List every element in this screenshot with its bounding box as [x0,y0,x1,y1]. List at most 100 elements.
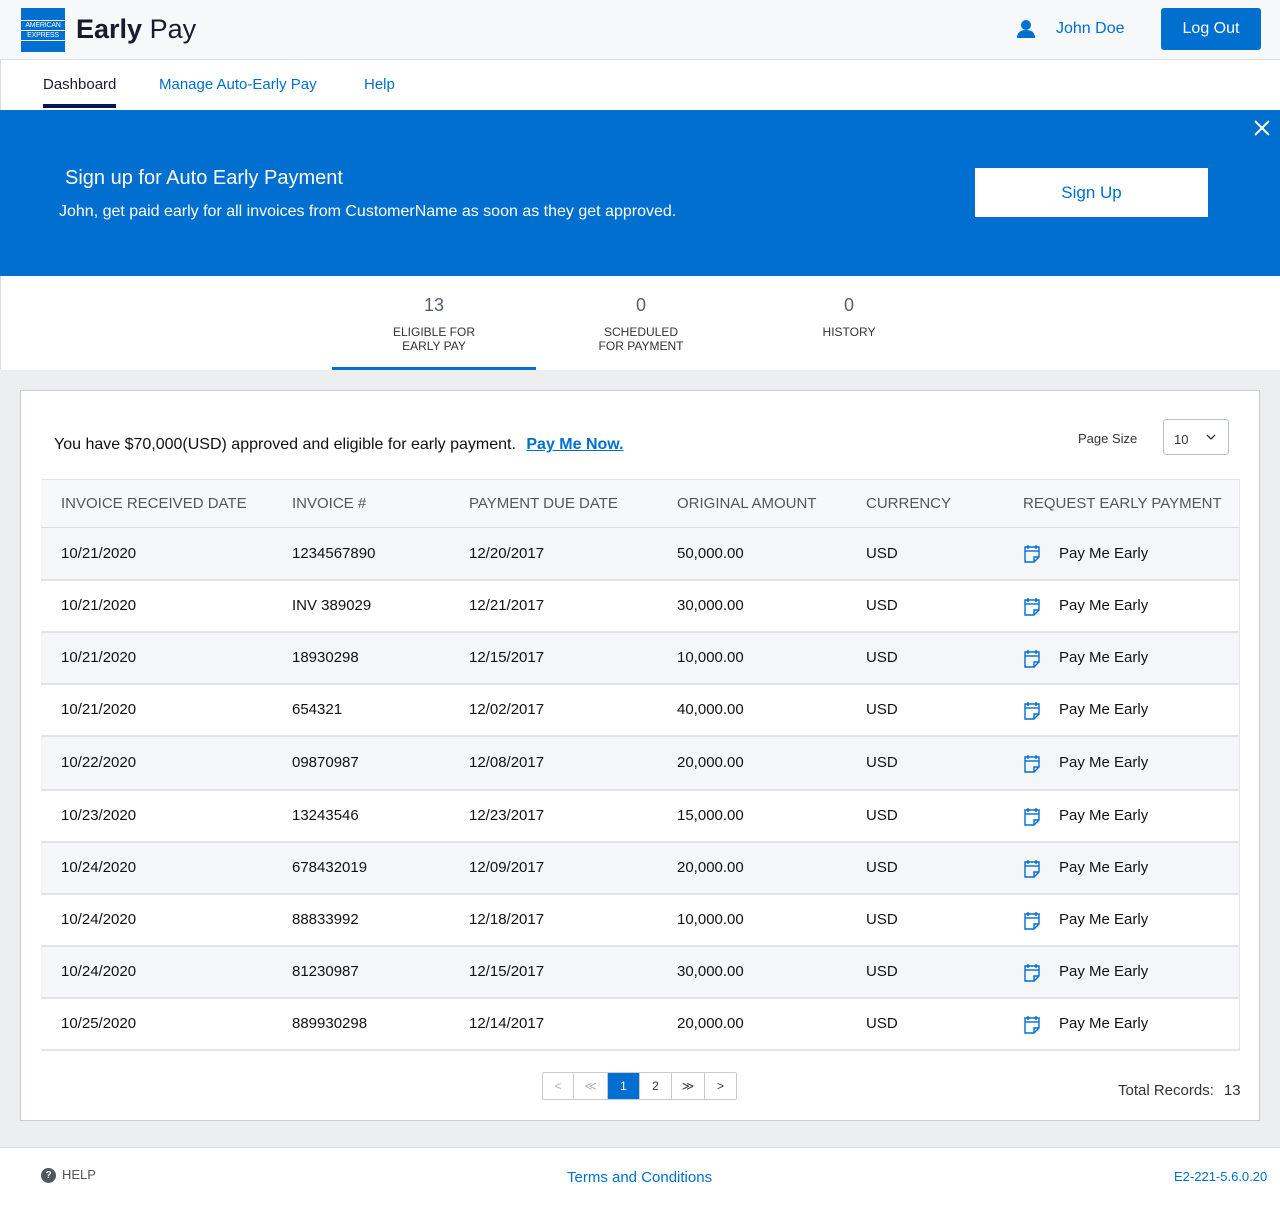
page-size-value: 10 [1174,432,1189,447]
approved-summary: You have $70,000(USD) approved and eligi… [54,436,624,454]
page-size-select[interactable]: 10 [1163,419,1229,455]
cell-request-early-payment: Pay Me Early [1003,841,1240,895]
table-row: 10/24/2020 81230987 12/15/2017 30,000.00 USD… [41,945,1240,999]
tab-eligible-for-early-pay[interactable]: 13 ELIGIBLE FOR EARLY PAY [332,276,536,370]
cell-payment-due-date: 12/23/2017 [449,789,657,843]
close-icon[interactable] [1252,118,1272,138]
pay-me-early-button[interactable]: Pay Me Early [1023,962,1239,982]
footer: ? HELP Terms and Conditions E2-221-5.6.0… [0,1147,1280,1214]
pay-me-now-link[interactable]: Pay Me Now. [526,436,623,453]
cell-currency: USD [846,631,1003,685]
cell-invoice-number: INV 389029 [272,579,449,633]
pay-me-early-button[interactable]: Pay Me Early [1023,910,1239,930]
calendar-icon [1024,859,1040,878]
column-header-request-early-payment: REQUEST EARLY PAYMENT [1003,479,1240,528]
user-icon[interactable] [1016,19,1036,39]
pay-me-early-label: Pay Me Early [1059,859,1149,876]
pay-me-early-button[interactable]: Pay Me Early [1023,806,1239,826]
help-icon[interactable]: ? [41,1168,56,1183]
page-2-button[interactable]: 2 [640,1073,672,1099]
pay-me-early-button[interactable]: Pay Me Early [1023,700,1239,720]
cell-invoice-number: 654321 [272,683,449,737]
next-page-button[interactable]: > [705,1073,736,1099]
cell-received-date: 10/21/2020 [41,579,272,633]
pay-me-early-button[interactable]: Pay Me Early [1023,648,1239,668]
banner-title: Sign up for Auto Early Payment [65,167,343,189]
pay-me-early-label: Pay Me Early [1059,544,1149,562]
pay-me-early-label: Pay Me Early [1059,963,1149,980]
cell-invoice-number: 18930298 [272,631,449,685]
cell-received-date: 10/21/2020 [41,631,272,685]
version-label: E2-221-5.6.0.20 [1174,1169,1268,1184]
cell-request-early-payment: Pay Me Early [1003,945,1240,999]
pay-me-early-button[interactable]: Pay Me Early [1023,753,1239,773]
pagination: < ≪ 1 2 ≫ > [542,1072,737,1100]
stat-label-line-1: HISTORY [822,325,876,339]
logout-button[interactable]: Log Out [1161,8,1261,50]
tab-history[interactable]: 0 HISTORY [747,276,951,370]
column-header-original-amount[interactable]: ORIGINAL AMOUNT [657,479,846,528]
approved-summary-text: You have $70,000(USD) approved and eligi… [54,436,516,453]
cell-invoice-number: 09870987 [272,735,449,791]
user-name[interactable]: John Doe [1056,20,1125,38]
calendar-icon [1024,649,1040,668]
first-page-button[interactable]: ≪ [574,1073,608,1099]
cell-payment-due-date: 12/15/2017 [449,945,657,999]
terms-and-conditions-link[interactable]: Terms and Conditions [567,1169,712,1186]
app-title: Early Pay [76,14,196,45]
cell-request-early-payment: Pay Me Early [1003,789,1240,843]
cell-request-early-payment: Pay Me Early [1003,735,1240,791]
cell-currency: USD [846,997,1003,1051]
table-row: 10/21/2020 1234567890 12/20/2017 50,000.00 U… [41,527,1240,581]
cell-payment-due-date: 12/08/2017 [449,735,657,791]
status-tabs: 13 ELIGIBLE FOR EARLY PAY 0 SCHEDULED FOR … [0,276,1280,370]
cell-received-date: 10/21/2020 [41,527,272,581]
pay-me-early-button[interactable]: Pay Me Early [1023,543,1239,563]
calendar-icon [1024,754,1040,773]
cell-currency: USD [846,841,1003,895]
app-title-rest: Pay [149,14,197,44]
column-header-currency[interactable]: CURRENCY [846,479,1003,528]
tab-scheduled-for-payment[interactable]: 0 SCHEDULED FOR PAYMENT [539,276,743,370]
cell-original-amount: 20,000.00 [657,735,846,791]
stat-label: SCHEDULED FOR PAYMENT [539,325,743,353]
calendar-icon [1024,807,1040,826]
cell-original-amount: 20,000.00 [657,841,846,895]
pay-me-early-button[interactable]: Pay Me Early [1023,596,1239,616]
pay-me-early-label: Pay Me Early [1059,701,1149,718]
banner-text: John, get paid early for all invoices fr… [59,203,677,220]
pay-me-early-button[interactable]: Pay Me Early [1023,858,1239,878]
tab-dashboard[interactable]: Dashboard [43,76,116,93]
prev-page-button[interactable]: < [543,1073,574,1099]
footer-help-link[interactable]: HELP [62,1167,96,1182]
cell-currency: USD [846,527,1003,581]
cell-invoice-number: 678432019 [272,841,449,895]
cell-currency: USD [846,789,1003,843]
column-header-received-date[interactable]: INVOICE RECEIVED DATE [41,479,272,528]
chevron-down-icon [1206,434,1216,440]
tab-manage-auto-early-pay[interactable]: Manage Auto-Early Pay [159,76,317,93]
page-1-button[interactable]: 1 [608,1073,640,1099]
cell-received-date: 10/21/2020 [41,683,272,737]
cell-invoice-number: 81230987 [272,945,449,999]
cell-request-early-payment: Pay Me Early [1003,893,1240,947]
cell-currency: USD [846,893,1003,947]
pay-me-early-label: Pay Me Early [1059,807,1149,824]
column-header-invoice-number[interactable]: INVOICE # [272,479,449,528]
pay-me-early-label: Pay Me Early [1059,597,1149,614]
last-page-button[interactable]: ≫ [672,1073,705,1099]
amex-logo: AMERICAN EXPRESS [21,8,65,52]
sign-up-button[interactable]: Sign Up [975,168,1208,217]
stat-label: HISTORY [747,325,951,339]
cell-received-date: 10/24/2020 [41,841,272,895]
logo-line-2: EXPRESS [21,31,65,41]
tab-help[interactable]: Help [364,76,395,93]
invoices-card: You have $70,000(USD) approved and eligi… [20,390,1260,1121]
pay-me-early-button[interactable]: Pay Me Early [1023,1014,1239,1034]
stat-label: ELIGIBLE FOR EARLY PAY [332,325,536,353]
cell-currency: USD [846,945,1003,999]
stat-label-line-1: SCHEDULED [603,325,678,339]
logo-line-1: AMERICAN [21,19,65,31]
column-header-payment-due-date[interactable]: PAYMENT DUE DATE [449,479,657,528]
table-row: 10/22/2020 09870987 12/08/2017 20,000.00 USD… [41,735,1240,791]
